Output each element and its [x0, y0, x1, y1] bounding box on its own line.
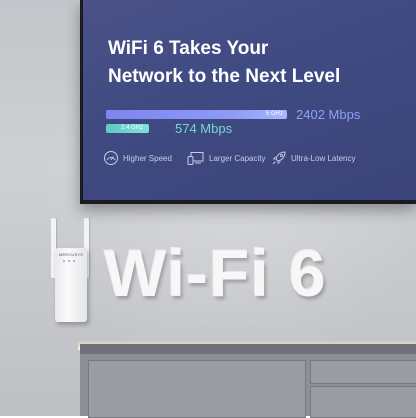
wifi-extender-device: MERCUSYS: [48, 218, 92, 322]
status-leds: [63, 260, 79, 262]
headline-line-2: Network to the Next Level: [108, 66, 341, 87]
feature-higher-speed: Higher Speed: [103, 150, 172, 166]
feature-ultra-low-latency-label: Ultra-Low Latency: [291, 153, 356, 163]
led-power: [63, 260, 65, 262]
speed-5ghz-value: 2402 Mbps: [296, 107, 361, 122]
bar-24ghz-label: 2.4 GHz: [120, 125, 143, 131]
speed-24ghz-value: 574 Mbps: [175, 121, 233, 136]
led-wifi: [68, 260, 70, 262]
headline-line-1: WiFi 6 Takes Your: [108, 38, 269, 59]
bar-24ghz: 2.4 GHz: [106, 124, 149, 133]
bar-5ghz: 5 GHz: [106, 110, 287, 119]
tv-cabinet: [80, 354, 416, 418]
brand-logo: MERCUSYS: [58, 252, 84, 257]
tv-panel: WiFi 6 Takes Your Network to the Next Le…: [80, 0, 416, 204]
wifi6-wall-letters: Wi-Fi 6: [104, 236, 327, 310]
feature-ultra-low-latency: Ultra-Low Latency: [271, 150, 355, 166]
feature-larger-capacity-label: Larger Capacity: [209, 153, 266, 163]
tv-screen: WiFi 6 Takes Your Network to the Next Le…: [83, 0, 416, 200]
cabinet-drawer-top: [310, 360, 416, 384]
extender-body: MERCUSYS: [55, 248, 87, 322]
led-signal: [73, 260, 75, 262]
speedometer-icon: [104, 151, 118, 165]
bar-5ghz-label: 5 GHz: [265, 111, 283, 117]
feature-larger-capacity: Larger Capacity: [187, 150, 265, 166]
headline: WiFi 6 Takes Your Network to the Next Le…: [108, 35, 408, 91]
rocket-icon: [272, 151, 286, 165]
cabinet-door-left: [88, 360, 306, 418]
feature-higher-speed-label: Higher Speed: [123, 153, 172, 163]
devices-icon: [187, 152, 204, 165]
cabinet-drawer-bottom: [310, 386, 416, 418]
cabinet-top: [80, 344, 416, 354]
